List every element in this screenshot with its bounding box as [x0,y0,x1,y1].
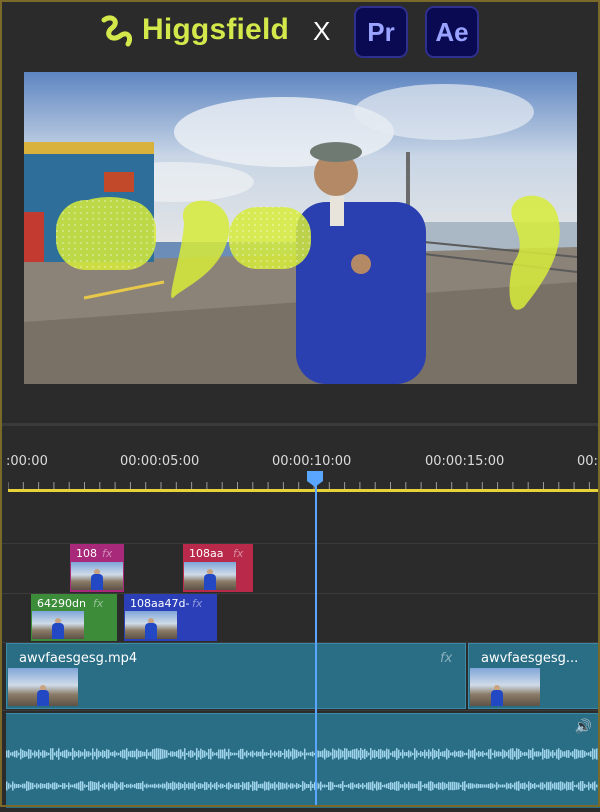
collab-separator: X [313,16,331,46]
clip-thumbnail [8,668,78,706]
clip-name: 108aa [189,547,224,560]
clip-green[interactable]: 64290dn fx [31,594,117,641]
fx-badge: fx [93,597,104,610]
audio-waveform [6,748,600,791]
clip-name: 108 [76,547,97,560]
work-area-bar[interactable] [8,489,600,492]
clip-red[interactable]: 108aa fx [183,544,253,592]
playhead-line[interactable] [315,478,317,807]
clip-main-2[interactable]: awvfaesgesg... [468,643,600,709]
timecode-label: 00: [577,454,598,469]
clip-name: 108aa47d- [130,597,190,610]
clip-magenta[interactable]: 108 fx [70,544,124,592]
clip-thumbnail [470,668,540,706]
premiere-pro-badge: Pr [354,6,408,58]
higgsfield-logo: Higgsfield [98,12,289,48]
audio-clip[interactable]: 🔊 [6,713,600,808]
clip-thumbnail [184,562,236,590]
timecode-label: 00:00:05:00 [120,454,200,469]
after-effects-badge: Ae [425,6,479,58]
preview-frame [24,72,577,384]
header: Higgsfield X Pr Ae [0,0,600,64]
video-preview[interactable] [24,72,577,384]
panel-divider[interactable] [0,423,600,426]
speaker-icon[interactable]: 🔊 [575,719,592,735]
fx-badge: fx [233,547,244,560]
track-divider [0,710,600,711]
clip-blue[interactable]: 108aa47d- fx [124,594,217,641]
playhead-handle[interactable] [306,470,324,488]
clip-thumbnail [32,611,84,639]
fx-badge: fx [192,597,203,610]
clip-thumbnail [125,611,177,639]
timecode-label: :00:00 [6,454,48,469]
fx-badge: fx [102,547,113,560]
higgsfield-logo-icon [101,15,133,47]
clip-name: awvfaesgesg... [481,651,579,666]
brand-name: Higgsfield [142,13,290,46]
timecode-label: 00:00:15:00 [425,454,505,469]
clip-name: 64290dn [37,597,86,610]
clip-name: awvfaesgesg.mp4 [19,651,138,666]
clip-main[interactable]: awvfaesgesg.mp4 fx [6,643,466,709]
clip-thumbnail [71,562,123,590]
timecode-label: 00:00:10:00 [272,454,352,469]
fx-badge: fx [440,651,453,666]
